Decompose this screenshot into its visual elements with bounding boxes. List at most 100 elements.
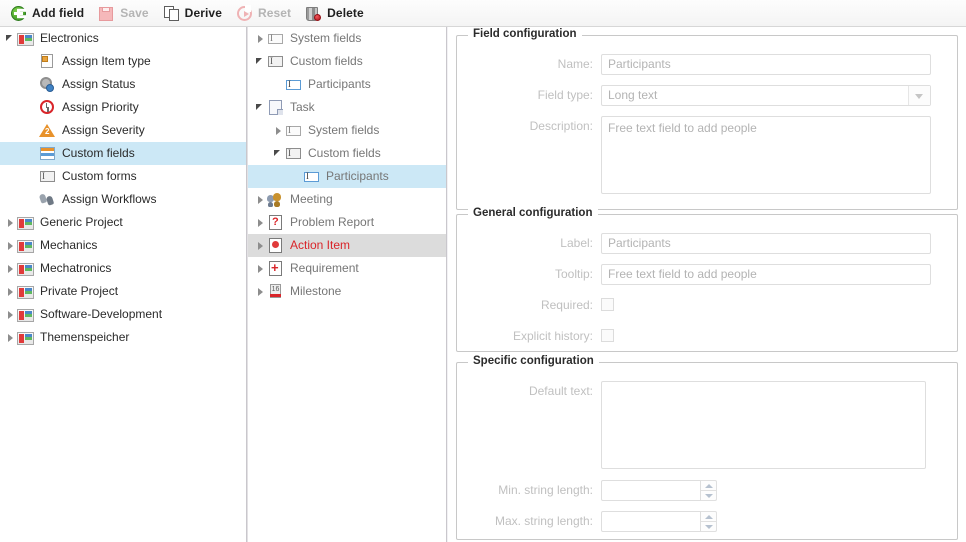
- workflow-icon: [39, 191, 56, 208]
- tree-row[interactable]: Mechanics: [0, 234, 246, 257]
- spin-down-icon[interactable]: [701, 491, 717, 501]
- explicit-history-checkbox[interactable]: [601, 329, 614, 342]
- save-button[interactable]: Save: [95, 2, 155, 24]
- chevron-right-icon[interactable]: [254, 188, 267, 211]
- configuration-panel: Field configuration Name: Participants F…: [448, 27, 966, 542]
- task-icon: [267, 99, 284, 116]
- description-row: Description: Free text field to add peop…: [465, 116, 931, 194]
- max-length-stepper[interactable]: [601, 511, 717, 532]
- tree-row[interactable]: System fields: [248, 27, 446, 50]
- tree-row[interactable]: Mechatronics: [0, 257, 246, 280]
- spin-down-icon[interactable]: [701, 522, 717, 532]
- tree-twisty-placeholder: [26, 73, 39, 96]
- tree-item-label: Themenspeicher: [40, 326, 129, 349]
- chevron-right-icon[interactable]: [254, 27, 267, 50]
- tree-twisty-placeholder: [26, 50, 39, 73]
- trash-can-icon: [305, 5, 322, 22]
- spin-up-icon[interactable]: [701, 480, 717, 491]
- item-type-tree-panel[interactable]: System fieldsCustom fieldsParticipantsTa…: [248, 27, 446, 542]
- chevron-down-icon[interactable]: [254, 96, 267, 119]
- tree-twisty-placeholder: [290, 165, 303, 188]
- name-row: Name: Participants: [465, 54, 931, 75]
- problem-report-icon: [267, 214, 284, 231]
- default-text-textarea[interactable]: [601, 381, 926, 469]
- main-toolbar: Add field Save Derive Reset Delete: [0, 0, 966, 27]
- spin-up-icon[interactable]: [701, 511, 717, 522]
- tooltip-row: Tooltip: Free text field to add people: [465, 264, 931, 285]
- chevron-down-icon[interactable]: [4, 27, 17, 50]
- add-circle-icon: [10, 5, 27, 22]
- tree-twisty-placeholder: [26, 188, 39, 211]
- label-input[interactable]: Participants: [601, 233, 931, 254]
- project-tree[interactable]: ElectronicsAssign Item typeAssign Status…: [0, 27, 246, 349]
- tree-row[interactable]: Generic Project: [0, 211, 246, 234]
- min-length-spin-buttons[interactable]: [701, 480, 717, 501]
- tree-item-label: Requirement: [290, 257, 359, 280]
- tree-twisty-placeholder: [26, 165, 39, 188]
- chevron-right-icon[interactable]: [4, 326, 17, 349]
- max-length-input[interactable]: [601, 511, 701, 532]
- tree-row[interactable]: Custom forms: [0, 165, 246, 188]
- tree-row[interactable]: Requirement: [248, 257, 446, 280]
- item-type-tree[interactable]: System fieldsCustom fieldsParticipantsTa…: [248, 27, 446, 303]
- tree-row[interactable]: Milestone: [248, 280, 446, 303]
- project-icon: [17, 263, 34, 276]
- min-length-stepper[interactable]: [601, 480, 717, 501]
- tree-row[interactable]: Electronics: [0, 27, 246, 50]
- tree-row[interactable]: Task: [248, 96, 446, 119]
- tree-row[interactable]: Assign Priority: [0, 96, 246, 119]
- tree-row[interactable]: Software-Development: [0, 303, 246, 326]
- chevron-right-icon[interactable]: [4, 234, 17, 257]
- required-row: Required:: [465, 295, 614, 315]
- tree-row[interactable]: Themenspeicher: [0, 326, 246, 349]
- tree-indent: [0, 165, 26, 188]
- chevron-right-icon[interactable]: [254, 211, 267, 234]
- tree-item-label: Meeting: [290, 188, 333, 211]
- delete-button[interactable]: Delete: [302, 2, 371, 24]
- chevron-right-icon[interactable]: [4, 257, 17, 280]
- add-field-button[interactable]: Add field: [7, 2, 91, 24]
- reset-button[interactable]: Reset: [233, 2, 298, 24]
- tree-item-label: Electronics: [40, 27, 99, 50]
- tree-row[interactable]: Meeting: [248, 188, 446, 211]
- custom-forms-icon: [285, 145, 302, 162]
- tree-row[interactable]: Participants: [248, 73, 446, 96]
- description-textarea[interactable]: Free text field to add people: [601, 116, 931, 194]
- name-input[interactable]: Participants: [601, 54, 931, 75]
- tree-item-label: Assign Item type: [62, 50, 151, 73]
- max-length-spin-buttons[interactable]: [701, 511, 717, 532]
- project-tree-panel[interactable]: ElectronicsAssign Item typeAssign Status…: [0, 27, 246, 542]
- chevron-right-icon[interactable]: [272, 119, 285, 142]
- tree-row[interactable]: Assign Status: [0, 73, 246, 96]
- chevron-down-icon[interactable]: [254, 50, 267, 73]
- custom-forms-icon: [39, 168, 56, 185]
- tree-row[interactable]: Problem Report: [248, 211, 446, 234]
- chevron-down-icon[interactable]: [908, 86, 930, 105]
- derive-button[interactable]: Derive: [160, 2, 229, 24]
- add-field-label: Add field: [32, 6, 84, 20]
- tree-row[interactable]: Assign Workflows: [0, 188, 246, 211]
- chevron-right-icon[interactable]: [254, 257, 267, 280]
- tree-row[interactable]: Participants: [248, 165, 446, 188]
- tree-row[interactable]: Assign Severity: [0, 119, 246, 142]
- tree-row[interactable]: Action Item: [248, 234, 446, 257]
- chevron-right-icon[interactable]: [4, 280, 17, 303]
- tree-row[interactable]: System fields: [248, 119, 446, 142]
- required-checkbox[interactable]: [601, 298, 614, 311]
- min-length-input[interactable]: [601, 480, 701, 501]
- tree-row[interactable]: Custom fields: [0, 142, 246, 165]
- tree-indent: [248, 119, 272, 142]
- min-length-row: Min. string length:: [465, 480, 717, 501]
- chevron-right-icon[interactable]: [4, 303, 17, 326]
- tooltip-input[interactable]: Free text field to add people: [601, 264, 931, 285]
- tree-row[interactable]: Custom fields: [248, 50, 446, 73]
- tree-row[interactable]: Custom fields: [248, 142, 446, 165]
- label-label: Label:: [465, 233, 593, 253]
- tree-row[interactable]: Assign Item type: [0, 50, 246, 73]
- chevron-right-icon[interactable]: [4, 211, 17, 234]
- chevron-right-icon[interactable]: [254, 280, 267, 303]
- chevron-down-icon[interactable]: [272, 142, 285, 165]
- tree-row[interactable]: Private Project: [0, 280, 246, 303]
- chevron-right-icon[interactable]: [254, 234, 267, 257]
- field-type-select[interactable]: Long text: [601, 85, 931, 106]
